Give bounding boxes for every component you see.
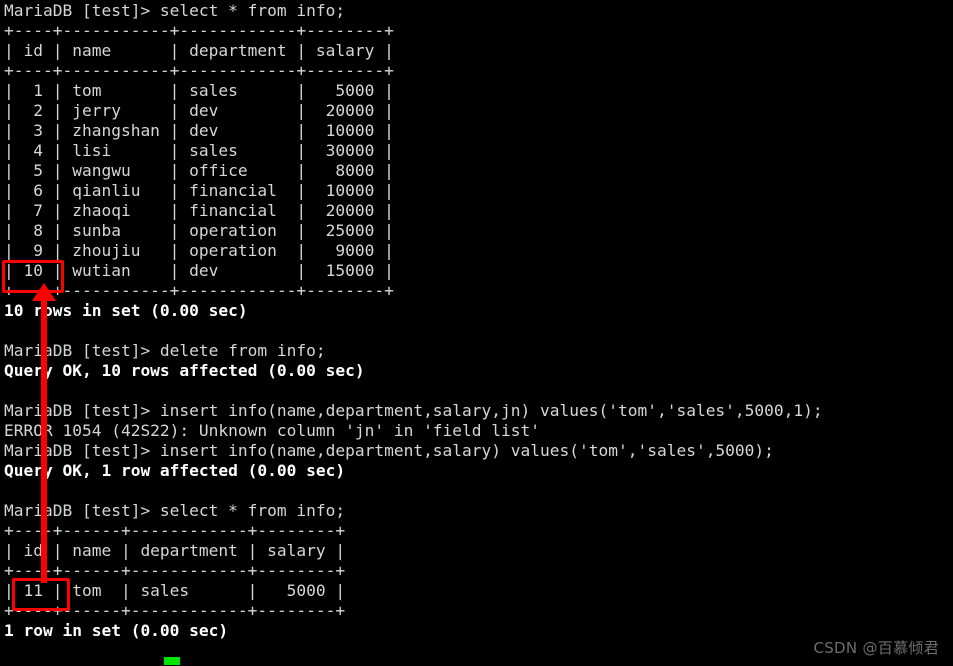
terminal-line: | 8 | sunba | operation | 25000 |: [4, 221, 394, 240]
terminal-line: | id | name | department | salary |: [4, 541, 346, 560]
terminal-line: | 5 | wangwu | office | 8000 |: [4, 161, 394, 180]
terminal-line: +----+------+------------+--------+: [4, 521, 346, 540]
terminal-line: | 10 | wutian | dev | 15000 |: [4, 261, 394, 280]
terminal-line: MariaDB [test]> select * from info;: [4, 501, 346, 520]
terminal-line: ERROR 1054 (42S22): Unknown column 'jn' …: [4, 421, 541, 440]
terminal-line: +----+-----------+------------+--------+: [4, 61, 394, 80]
terminal-line: Query OK, 1 row affected (0.00 sec): [4, 461, 346, 480]
terminal-line: MariaDB [test]> insert info(name,departm…: [4, 441, 774, 460]
terminal-line: | 6 | qianliu | financial | 10000 |: [4, 181, 394, 200]
terminal-line: +----+-----------+------------+--------+: [4, 281, 394, 300]
watermark: CSDN @百慕倾君: [813, 639, 939, 657]
terminal-line: MariaDB [test]> insert info(name,departm…: [4, 401, 823, 420]
terminal-output[interactable]: MariaDB [test]> select * from info; +---…: [4, 1, 949, 661]
terminal-line: +----+------+------------+--------+: [4, 561, 346, 580]
terminal-line: | 7 | zhaoqi | financial | 20000 |: [4, 201, 394, 220]
terminal-line: | 11 | tom | sales | 5000 |: [4, 581, 346, 600]
terminal-line: 1 row in set (0.00 sec): [4, 621, 229, 640]
terminal-cursor: [164, 657, 180, 665]
terminal-line: | 4 | lisi | sales | 30000 |: [4, 141, 394, 160]
terminal-line: +----+-----------+------------+--------+: [4, 21, 394, 40]
terminal-window[interactable]: MariaDB [test]> select * from info; +---…: [0, 0, 953, 666]
terminal-line: MariaDB [test]> select * from info;: [4, 1, 346, 20]
terminal-line: Query OK, 10 rows affected (0.00 sec): [4, 361, 365, 380]
terminal-line: MariaDB [test]> delete from info;: [4, 341, 326, 360]
terminal-line: | 3 | zhangshan | dev | 10000 |: [4, 121, 394, 140]
terminal-line: | 2 | jerry | dev | 20000 |: [4, 101, 394, 120]
terminal-line: | 9 | zhoujiu | operation | 9000 |: [4, 241, 394, 260]
terminal-line: | id | name | department | salary |: [4, 41, 394, 60]
terminal-line: 10 rows in set (0.00 sec): [4, 301, 248, 320]
terminal-line: | 1 | tom | sales | 5000 |: [4, 81, 394, 100]
terminal-line: +----+------+------------+--------+: [4, 601, 346, 620]
